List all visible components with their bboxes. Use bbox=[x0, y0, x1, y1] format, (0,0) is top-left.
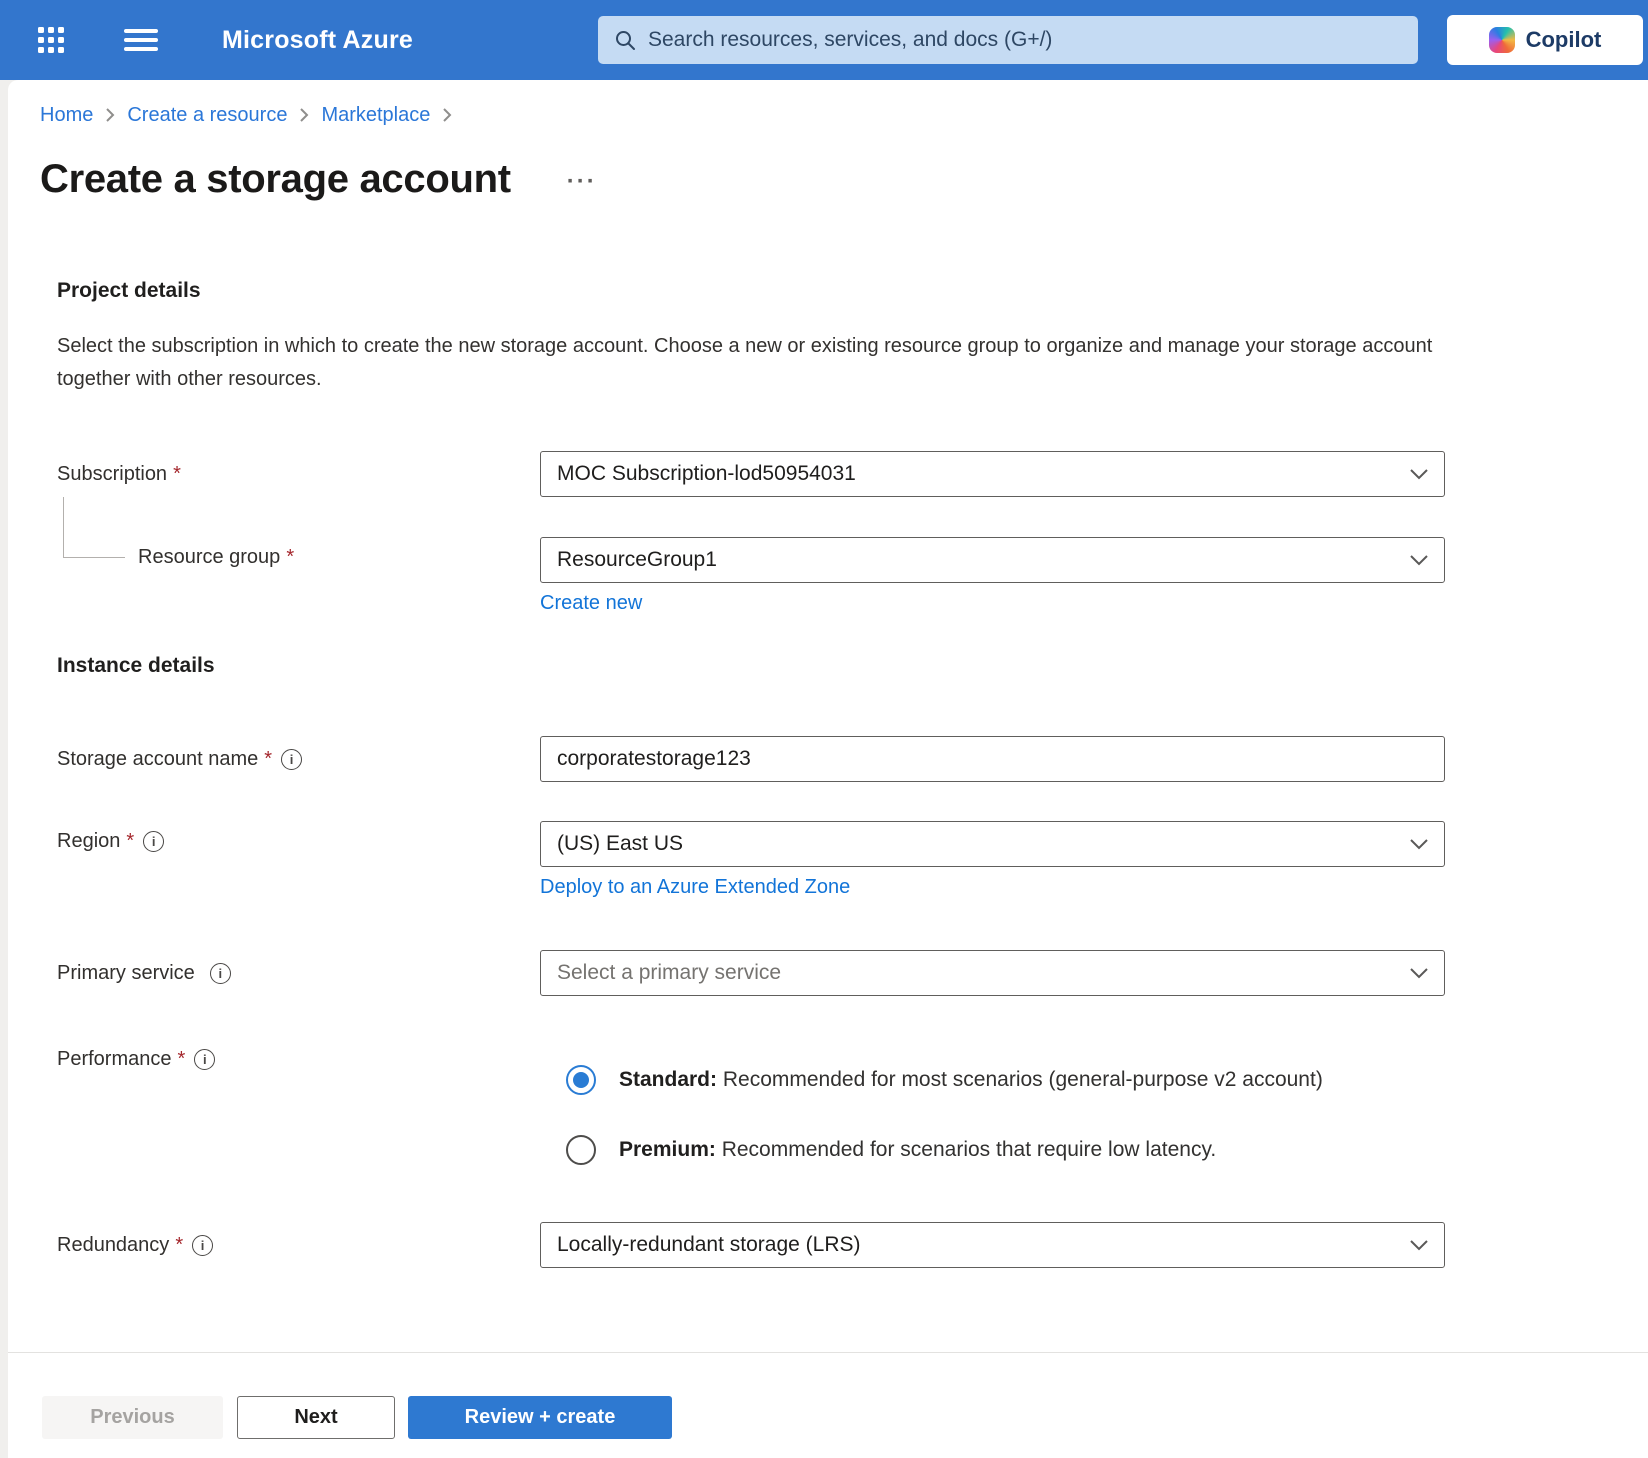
resource-group-select[interactable]: ResourceGroup1 bbox=[540, 537, 1445, 583]
region-label: Region* i bbox=[57, 821, 540, 853]
brand-title[interactable]: Microsoft Azure bbox=[222, 26, 413, 55]
chevron-down-icon bbox=[1410, 968, 1428, 979]
performance-label: Performance* i bbox=[57, 1045, 540, 1073]
primary-service-placeholder: Select a primary service bbox=[557, 961, 781, 985]
search-icon bbox=[614, 29, 636, 51]
redundancy-value: Locally-redundant storage (LRS) bbox=[557, 1233, 861, 1257]
storage-account-name-value: corporatestorage123 bbox=[557, 747, 751, 771]
region-value: (US) East US bbox=[557, 832, 683, 856]
more-options-icon[interactable]: ··· bbox=[567, 172, 597, 192]
chevron-down-icon bbox=[1410, 555, 1428, 566]
breadcrumb-home[interactable]: Home bbox=[40, 101, 93, 129]
storage-account-name-input[interactable]: corporatestorage123 bbox=[540, 736, 1445, 782]
page-title: Create a storage account bbox=[40, 157, 511, 202]
chevron-right-icon bbox=[442, 107, 452, 123]
search-placeholder: Search resources, services, and docs (G+… bbox=[648, 28, 1052, 52]
storage-account-name-row: Storage account name* i corporatestorage… bbox=[57, 736, 1445, 782]
primary-service-row: Primary service i Select a primary servi… bbox=[57, 950, 1445, 996]
performance-option-standard[interactable]: Standard: Recommended for most scenarios… bbox=[566, 1065, 1445, 1095]
radio-option-description: Recommended for scenarios that require l… bbox=[722, 1138, 1217, 1161]
redundancy-select[interactable]: Locally-redundant storage (LRS) bbox=[540, 1222, 1445, 1268]
next-button[interactable]: Next bbox=[237, 1396, 395, 1439]
basics-form: Project details Select the subscription … bbox=[8, 278, 1648, 1268]
breadcrumb-create-a-resource[interactable]: Create a resource bbox=[127, 101, 287, 129]
performance-option-premium[interactable]: Premium: Recommended for scenarios that … bbox=[566, 1135, 1445, 1165]
info-icon[interactable]: i bbox=[192, 1235, 213, 1256]
subscription-value: MOC Subscription-lod50954031 bbox=[557, 462, 856, 486]
redundancy-row: Redundancy* i Locally-redundant storage … bbox=[57, 1222, 1445, 1268]
subscription-select[interactable]: MOC Subscription-lod50954031 bbox=[540, 451, 1445, 497]
info-icon[interactable]: i bbox=[210, 963, 231, 984]
primary-service-select[interactable]: Select a primary service bbox=[540, 950, 1445, 996]
chevron-right-icon bbox=[299, 107, 309, 123]
resource-group-value: ResourceGroup1 bbox=[557, 548, 717, 572]
required-marker: * bbox=[173, 463, 181, 486]
copilot-button[interactable]: Copilot bbox=[1447, 15, 1643, 65]
chevron-down-icon bbox=[1410, 1240, 1428, 1251]
project-details-description: Select the subscription in which to crea… bbox=[57, 330, 1445, 396]
copilot-icon bbox=[1489, 27, 1515, 53]
chevron-right-icon bbox=[105, 107, 115, 123]
radio-unselected-icon bbox=[566, 1135, 596, 1165]
radio-option-name: Premium: bbox=[619, 1138, 716, 1161]
title-row: Create a storage account ··· bbox=[40, 152, 1648, 206]
breadcrumb: Home Create a resource Marketplace bbox=[8, 80, 1648, 129]
create-storage-account-pane: Home Create a resource Marketplace Creat… bbox=[8, 80, 1648, 1458]
info-icon[interactable]: i bbox=[194, 1049, 215, 1070]
breadcrumb-marketplace[interactable]: Marketplace bbox=[321, 101, 430, 129]
wizard-footer: Previous Next Review + create bbox=[8, 1353, 1648, 1457]
radio-option-name: Standard: bbox=[619, 1068, 717, 1091]
info-icon[interactable]: i bbox=[281, 749, 302, 770]
project-details-heading: Project details bbox=[57, 278, 1445, 304]
instance-details-heading: Instance details bbox=[57, 653, 1445, 679]
subscription-label: Subscription* bbox=[57, 463, 540, 486]
resource-group-label: Resource group* bbox=[57, 537, 540, 569]
deploy-extended-zone-link[interactable]: Deploy to an Azure Extended Zone bbox=[540, 876, 850, 899]
region-row: Region* i (US) East US Deploy to an Azur… bbox=[57, 821, 1445, 899]
previous-button[interactable]: Previous bbox=[42, 1396, 223, 1439]
performance-row: Performance* i Standard: Recommended for… bbox=[57, 1045, 1445, 1165]
review-create-button[interactable]: Review + create bbox=[408, 1396, 672, 1439]
storage-account-name-label: Storage account name* i bbox=[57, 748, 540, 771]
required-marker: * bbox=[175, 1234, 183, 1257]
subscription-row: Subscription* MOC Subscription-lod509540… bbox=[57, 451, 1445, 497]
copilot-label: Copilot bbox=[1526, 27, 1602, 53]
create-new-link[interactable]: Create new bbox=[540, 592, 642, 615]
radio-option-description: Recommended for most scenarios (general-… bbox=[723, 1068, 1323, 1091]
info-icon[interactable]: i bbox=[143, 831, 164, 852]
waffle-menu-icon[interactable] bbox=[38, 27, 64, 53]
azure-topbar: Microsoft Azure Search resources, servic… bbox=[0, 0, 1648, 80]
chevron-down-icon bbox=[1410, 469, 1428, 480]
hierarchy-connector-line bbox=[63, 497, 125, 558]
required-marker: * bbox=[178, 1048, 186, 1071]
radio-selected-icon bbox=[566, 1065, 596, 1095]
performance-radio-group: Standard: Recommended for most scenarios… bbox=[540, 1045, 1445, 1165]
required-marker: * bbox=[126, 830, 134, 853]
resource-group-row: Resource group* ResourceGroup1 Create ne… bbox=[57, 537, 1445, 615]
global-search-input[interactable]: Search resources, services, and docs (G+… bbox=[598, 16, 1418, 64]
required-marker: * bbox=[286, 546, 294, 569]
chevron-down-icon bbox=[1410, 839, 1428, 850]
primary-service-label: Primary service i bbox=[57, 962, 540, 985]
region-select[interactable]: (US) East US bbox=[540, 821, 1445, 867]
redundancy-label: Redundancy* i bbox=[57, 1234, 540, 1257]
hamburger-menu-icon[interactable] bbox=[124, 29, 158, 51]
required-marker: * bbox=[264, 748, 272, 771]
